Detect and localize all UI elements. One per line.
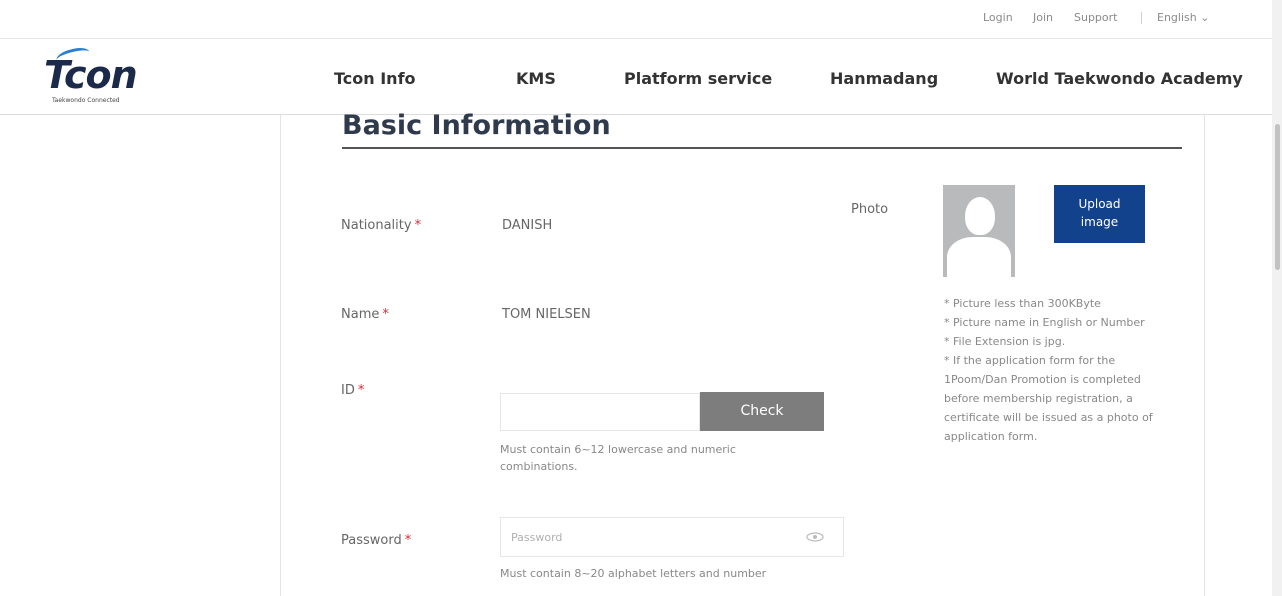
photo-note: * File Extension is jpg.	[944, 335, 1066, 348]
content-border-left	[280, 115, 281, 596]
id-hint: Must contain 6~12 lowercase and numeric …	[500, 443, 736, 473]
language-select[interactable]: English ⌄	[1157, 11, 1209, 24]
photo-note: * If the application form for the 1Poom/…	[944, 354, 1153, 443]
name-label: Name *	[341, 307, 389, 322]
nav-kms[interactable]: KMS	[516, 69, 556, 88]
required-mark: *	[414, 218, 422, 233]
eye-icon[interactable]	[806, 532, 824, 545]
logo-wordmark: Tcon	[44, 53, 138, 97]
nav-platform-service[interactable]: Platform service	[624, 69, 772, 88]
required-mark: *	[404, 533, 412, 548]
nav-hanmadang[interactable]: Hanmadang	[830, 69, 938, 88]
id-input[interactable]	[500, 393, 700, 431]
profile-photo-placeholder	[943, 185, 1015, 277]
id-label: ID *	[341, 383, 365, 398]
scrollbar-thumb[interactable]	[1275, 124, 1280, 270]
nav-tcon-info[interactable]: Tcon Info	[334, 69, 416, 88]
login-link[interactable]: Login	[983, 11, 1013, 24]
name-value: TOM NIELSEN	[502, 307, 591, 322]
password-input[interactable]	[500, 517, 844, 557]
site-header: Tcon Taekwondo Connected Tcon Info KMS P…	[0, 38, 1282, 115]
utility-bar: Login Join Support English ⌄	[0, 0, 1282, 38]
upload-image-button[interactable]: Upload image	[1054, 185, 1145, 243]
page-scrollbar[interactable]	[1272, 0, 1282, 596]
photo-note: * Picture less than 300KByte	[944, 297, 1101, 310]
password-label: Password *	[341, 533, 412, 548]
nationality-value: DANISH	[502, 218, 553, 233]
logo-tagline: Taekwondo Connected	[52, 97, 120, 104]
password-hint: Must contain 8~20 alphabet letters and n…	[500, 567, 767, 580]
check-id-button[interactable]: Check	[700, 392, 824, 431]
upload-label-line-2: image	[1080, 215, 1119, 229]
avatar-body-icon	[947, 237, 1011, 277]
photo-requirements: * Picture less than 300KByte * Picture n…	[944, 294, 1160, 446]
join-link[interactable]: Join	[1033, 11, 1053, 24]
section-title: Basic Information	[342, 110, 611, 141]
content-border-right	[1204, 115, 1205, 596]
tcon-logo[interactable]: Tcon Taekwondo Connected	[42, 45, 172, 107]
required-mark: *	[357, 383, 365, 398]
required-mark: *	[382, 307, 389, 322]
photo-label: Photo	[851, 202, 889, 217]
title-divider	[342, 147, 1182, 149]
nationality-label: Nationality *	[341, 218, 422, 233]
photo-note: * Picture name in English or Number	[944, 316, 1145, 329]
support-link[interactable]: Support	[1074, 11, 1117, 24]
upload-label-line-1: Upload	[1078, 197, 1121, 211]
nav-world-taekwondo-academy[interactable]: World Taekwondo Academy	[996, 69, 1243, 88]
utility-divider	[1141, 12, 1142, 24]
avatar-head-icon	[965, 197, 995, 235]
